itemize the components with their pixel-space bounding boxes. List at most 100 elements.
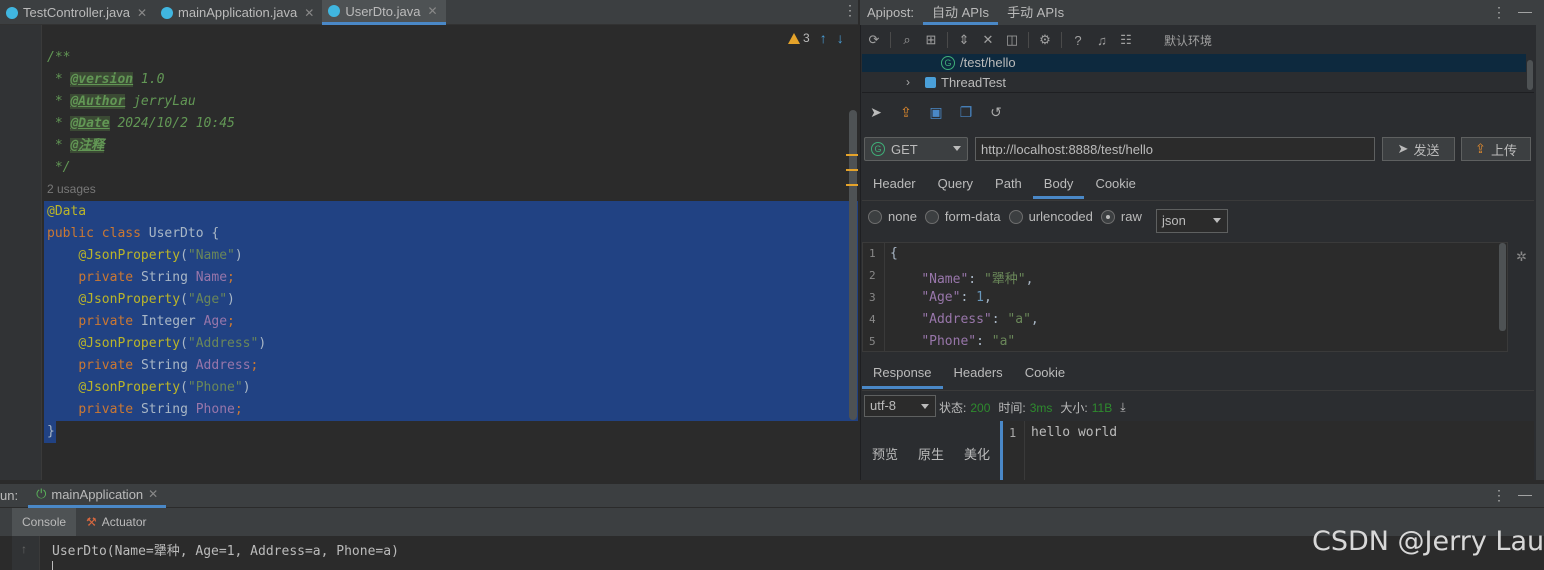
minimize-icon[interactable]: —	[1518, 486, 1532, 502]
tab-headers[interactable]: Headers	[943, 359, 1014, 389]
size-label: 大小:	[1060, 401, 1088, 415]
tree-scrollbar[interactable]	[1527, 60, 1533, 90]
view-pretty[interactable]: 美化	[964, 444, 990, 463]
code-line: @JsonProperty("Phone")	[78, 380, 251, 395]
environment-selector[interactable]: 默认环境	[1164, 32, 1212, 49]
close-icon[interactable]: ✕	[148, 487, 158, 501]
divider	[1028, 32, 1029, 48]
time-value: 3ms	[1029, 400, 1053, 415]
tab-actuator[interactable]: ⚒ Actuator	[76, 508, 156, 536]
radio-form-data[interactable]	[924, 209, 939, 224]
body-format-value: json	[1162, 213, 1186, 228]
tab-body[interactable]: Body	[1032, 171, 1085, 199]
expand-all-icon[interactable]: ⇕	[952, 29, 976, 51]
code-line: @JsonProperty("Name")	[78, 248, 243, 263]
run-tool-header: un: ⏻ mainApplication ✕	[0, 483, 1544, 508]
apipost-toolbar: ⟳ ⌕ ⊞ ⇕ ✕ ◫ ⚙ ? ♫ ☷ 默认环境	[862, 27, 1534, 53]
tab-cookie[interactable]: Cookie	[1084, 171, 1146, 199]
more-vertical-icon[interactable]: ⋮	[843, 2, 857, 19]
method-select[interactable]: G GET	[864, 137, 968, 161]
view-raw[interactable]: 原生	[918, 444, 944, 463]
tab-path[interactable]: Path	[984, 171, 1033, 199]
tab-main-application[interactable]: mainApplication.java ✕	[155, 0, 322, 25]
encoding-select[interactable]: utf-8	[864, 395, 936, 417]
tree-item-label[interactable]: /test/hello	[960, 55, 1016, 70]
body-scrollbar[interactable]	[1499, 243, 1506, 331]
scroll-up-icon[interactable]: ↑	[21, 542, 27, 556]
view-mode-switch: 预览 原生 美化	[872, 444, 990, 463]
view-preview[interactable]: 预览	[872, 444, 898, 463]
download-icon[interactable]: ⤓	[1120, 400, 1125, 415]
tab-auto-apis[interactable]: 自动 APIs	[922, 0, 999, 25]
copy-icon[interactable]: ❐	[956, 102, 976, 122]
editor-scrollbar[interactable]	[849, 110, 857, 420]
save-icon[interactable]: ▣	[926, 102, 946, 122]
more-vertical-icon[interactable]: ⋮	[1492, 4, 1506, 21]
tab-run-config[interactable]: ⏻ mainApplication ✕	[28, 484, 167, 508]
warning-marker[interactable]	[846, 154, 858, 156]
tab-cookie[interactable]: Cookie	[1014, 359, 1076, 389]
status-value: 200	[970, 400, 991, 415]
tab-test-controller[interactable]: TestController.java ✕	[0, 0, 155, 25]
url-input[interactable]	[975, 137, 1375, 161]
close-icon[interactable]: ✕	[304, 6, 314, 20]
editor-gutter	[0, 25, 42, 480]
collapse-all-icon[interactable]: ✕	[976, 29, 1000, 51]
refresh-icon[interactable]: ⟳	[862, 29, 886, 51]
tab-user-dto[interactable]: UserDto.java ✕	[322, 0, 446, 25]
help-icon[interactable]: ?	[1066, 29, 1090, 51]
body-type-radios: none form-data urlencoded raw	[868, 209, 1150, 224]
search-icon[interactable]: ⌕	[895, 29, 919, 51]
format-icon[interactable]: ✲	[1516, 249, 1527, 265]
previous-highlight-icon[interactable]: ↑	[820, 30, 827, 46]
more-vertical-icon[interactable]: ⋮	[1492, 487, 1506, 504]
code-line: /**	[47, 50, 71, 65]
minimize-icon[interactable]: —	[1518, 3, 1532, 19]
close-icon[interactable]: ✕	[427, 4, 437, 18]
status-label: 状态:	[939, 401, 967, 415]
divider	[890, 32, 891, 48]
tab-label: mainApplication.java	[178, 5, 298, 20]
usages-hint[interactable]: 2 usages	[47, 182, 96, 196]
warning-icon	[788, 32, 800, 44]
apipost-title: Apipost:	[867, 5, 914, 20]
send-icon[interactable]: ➤	[866, 102, 886, 122]
divider	[862, 92, 1534, 93]
radio-none[interactable]	[868, 209, 882, 224]
radio-urlencoded[interactable]	[1008, 209, 1023, 224]
size-value: 11B	[1091, 400, 1113, 415]
divider	[862, 390, 1534, 391]
radio-raw[interactable]	[1100, 209, 1115, 224]
gear-icon[interactable]: ⚙	[1033, 29, 1057, 51]
upload-label: 上传	[1490, 142, 1517, 158]
chevron-down-icon	[1213, 218, 1221, 223]
tab-manual-apis[interactable]: 手动 APIs	[998, 0, 1073, 25]
response-text: hello world	[1031, 425, 1118, 440]
divider	[862, 200, 1534, 201]
history-icon[interactable]: ↺	[986, 102, 1006, 122]
request-body-editor[interactable]: 1 { 2 "Name": "犟种", 3 "Age": 1, 4 "Addre…	[862, 242, 1508, 352]
warning-marker[interactable]	[846, 184, 858, 186]
body-format-select[interactable]: json	[1156, 209, 1228, 233]
export-icon[interactable]: ⇪	[896, 102, 916, 122]
close-icon[interactable]: ✕	[137, 6, 147, 20]
java-class-icon	[161, 6, 174, 19]
apipost-header: Apipost: 自动 APIs 手动 APIs	[860, 0, 1544, 25]
sliders-icon[interactable]: ☷	[1114, 29, 1138, 51]
filter-icon[interactable]: ⊞	[919, 29, 943, 51]
tab-console[interactable]: Console	[12, 508, 77, 536]
inspection-widget[interactable]: 3 ↑ ↓	[788, 30, 844, 46]
tab-header[interactable]: Header	[862, 171, 927, 199]
headset-icon[interactable]: ♫	[1090, 29, 1114, 51]
chevron-down-icon	[921, 404, 929, 409]
request-toolbar: ➤ ⇪ ▣ ❐ ↺	[866, 102, 1006, 122]
upload-button[interactable]: ⇪ 上传	[1461, 137, 1531, 161]
tab-query[interactable]: Query	[927, 171, 984, 199]
tab-response[interactable]: Response	[862, 359, 943, 389]
next-highlight-icon[interactable]: ↓	[837, 30, 844, 46]
warning-marker[interactable]	[846, 169, 858, 171]
layout-icon[interactable]: ◫	[1000, 29, 1024, 51]
tree-item-label[interactable]: ThreadTest	[941, 75, 1006, 90]
chevron-right-icon[interactable]: ›	[906, 75, 910, 89]
send-button[interactable]: ➤ 发送	[1382, 137, 1455, 161]
